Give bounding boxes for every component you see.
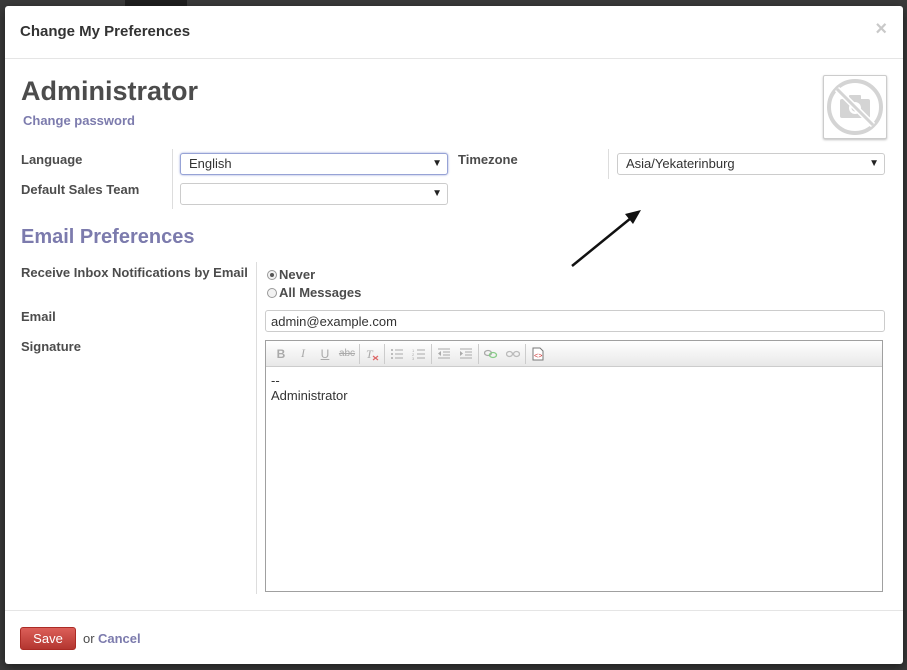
editor-toolbar: B I U abc T 123 <> [266,341,882,367]
email-preferences-heading: Email Preferences [21,226,195,248]
svg-text:<>: <> [534,353,542,361]
svg-text:3: 3 [412,356,415,360]
radio-never[interactable]: Never [267,267,315,282]
outdent-icon[interactable] [433,344,455,364]
underline-icon[interactable]: U [314,344,336,364]
divider [172,149,173,209]
timezone-value: Asia/Yekaterinburg [626,156,735,171]
svg-text:T: T [366,347,374,361]
signature-label: Signature [21,339,81,354]
language-select[interactable]: English ▼ [180,153,448,175]
signature-editor[interactable]: B I U abc T 123 <> -- Administrator [265,340,883,592]
dialog-header: Change My Preferences × [5,6,903,59]
cancel-link[interactable]: Cancel [98,631,141,646]
chevron-down-icon: ▼ [432,188,442,199]
dialog-footer: Save or Cancel [5,610,903,665]
strikethrough-icon[interactable]: abc [336,344,358,364]
or-text: or [83,631,95,646]
sales-team-select[interactable]: ▼ [180,183,448,205]
email-label: Email [21,309,56,324]
timezone-label: Timezone [458,152,518,167]
notifications-label: Receive Inbox Notifications by Email [21,265,248,280]
divider [256,262,257,594]
source-code-icon[interactable]: <> [527,344,549,364]
save-button[interactable]: Save [20,627,76,650]
toolbar-separator [384,343,385,364]
language-label: Language [21,152,83,167]
divider [608,149,609,179]
unlink-icon[interactable] [502,344,524,364]
close-button[interactable]: × [875,19,887,39]
signature-line: Administrator [271,388,348,403]
radio-all-messages-label: All Messages [279,285,362,300]
bold-icon[interactable]: B [270,344,292,364]
remove-format-icon[interactable]: T [361,344,383,364]
radio-never-label: Never [279,267,316,282]
user-name: Administrator [21,76,199,106]
dialog-title: Change My Preferences [20,23,191,40]
bullet-list-icon[interactable] [386,344,408,364]
chevron-down-icon: ▼ [432,158,442,169]
radio-button[interactable] [267,287,277,298]
radio-button-checked[interactable] [267,269,277,280]
no-photo-icon [827,79,883,135]
indent-icon[interactable] [455,344,477,364]
italic-icon[interactable]: I [292,344,314,364]
numbered-list-icon[interactable]: 123 [408,344,430,364]
language-value: English [189,156,232,171]
avatar-image[interactable] [823,75,887,139]
toolbar-separator [478,343,479,364]
toolbar-separator [525,343,526,364]
preferences-dialog: Change My Preferences × Administrator Ch… [5,6,903,664]
email-input[interactable] [265,310,885,332]
timezone-select[interactable]: Asia/Yekaterinburg ▼ [617,153,885,175]
annotation-arrow-icon [571,210,641,267]
toolbar-separator [359,343,360,364]
chevron-down-icon: ▼ [869,158,879,169]
link-icon[interactable] [480,344,502,364]
change-password-link[interactable]: Change password [23,113,135,128]
sales-team-label: Default Sales Team [21,182,140,197]
radio-all-messages[interactable]: All Messages [267,285,361,300]
toolbar-separator [431,343,432,364]
signature-content[interactable]: -- Administrator [266,367,882,409]
signature-line: -- [271,373,280,388]
